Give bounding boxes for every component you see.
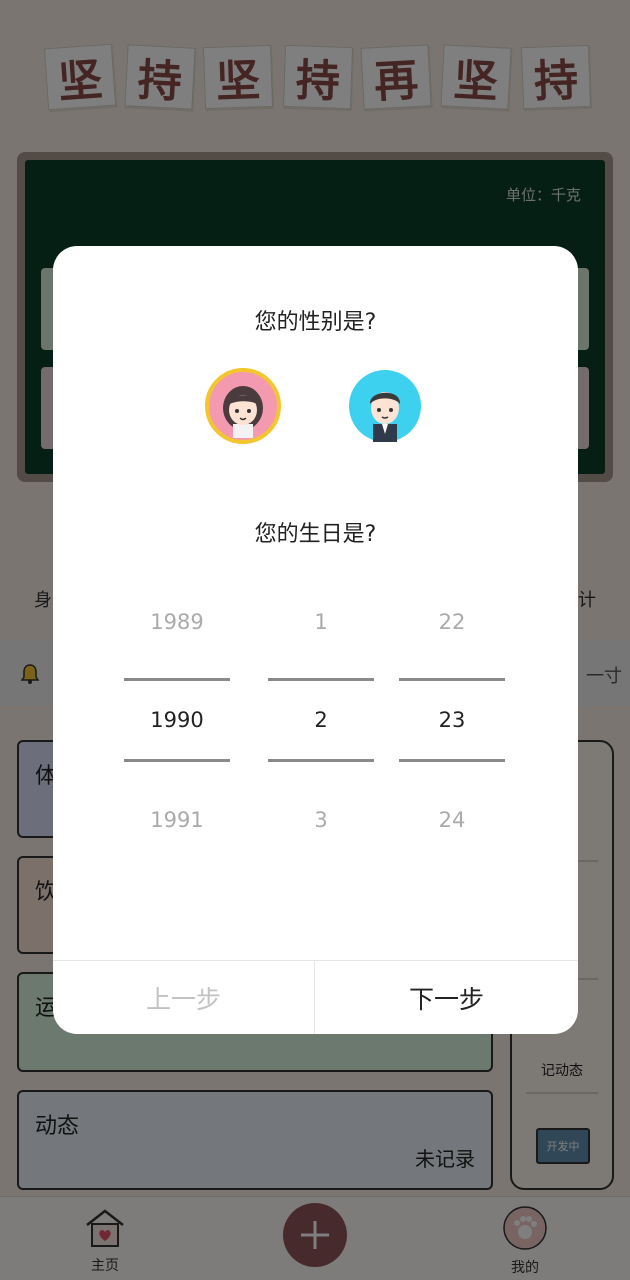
profile-setup-dialog: 您的性别是? 您的生日是? 1989 1990 1991 1 2 3 22 23… [53,246,578,1034]
month-option-prev[interactable]: 1 [268,610,374,634]
selection-line [268,759,374,762]
dialog-actions: 上一步 下一步 [53,960,578,1034]
selection-line [124,759,230,762]
female-avatar-option[interactable] [205,368,281,444]
selection-line [268,678,374,681]
month-option-selected[interactable]: 2 [268,708,374,732]
boy-avatar-icon [369,392,401,442]
year-option-prev[interactable]: 1989 [124,610,230,634]
month-option-next[interactable]: 3 [268,808,374,832]
birthday-question: 您的生日是? [254,522,377,547]
male-avatar-option[interactable] [349,370,421,442]
day-option-prev[interactable]: 22 [399,610,505,634]
girl-avatar-icon [223,386,263,438]
month-picker-column[interactable]: 1 2 3 [268,586,374,856]
selection-line [399,678,505,681]
day-option-selected[interactable]: 23 [399,708,505,732]
birthday-picker: 1989 1990 1991 1 2 3 22 23 24 [53,586,578,856]
previous-step-button[interactable]: 上一步 [53,961,315,1034]
day-option-next[interactable]: 24 [399,808,505,832]
day-picker-column[interactable]: 22 23 24 [399,586,505,856]
selection-line [399,759,505,762]
next-step-button[interactable]: 下一步 [315,961,578,1034]
year-option-selected[interactable]: 1990 [124,708,230,732]
gender-question: 您的性别是? [254,310,377,335]
selection-line [124,678,230,681]
year-option-next[interactable]: 1991 [124,808,230,832]
year-picker-column[interactable]: 1989 1990 1991 [124,586,230,856]
